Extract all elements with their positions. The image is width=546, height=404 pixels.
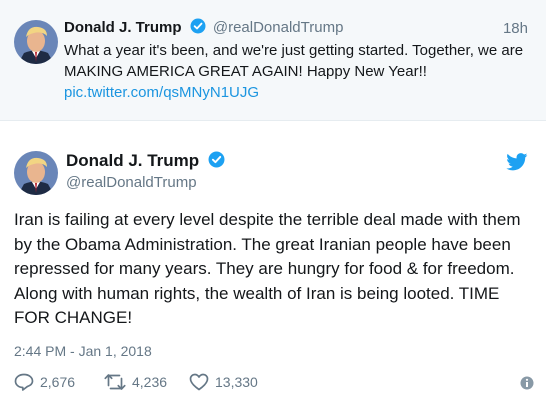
author-handle[interactable]: @realDonaldTrump bbox=[213, 19, 344, 36]
retweet-button[interactable]: 4,236 bbox=[104, 373, 167, 391]
like-button[interactable]: 13,330 bbox=[189, 373, 258, 391]
embedded-tweet: Donald J. Trump @realDonaldTrump Iran is… bbox=[0, 121, 546, 404]
reply-icon bbox=[14, 373, 34, 391]
author-handle[interactable]: @realDonaldTrump bbox=[66, 174, 197, 191]
reply-button[interactable]: 2,676 bbox=[14, 373, 75, 391]
twitter-bird-icon[interactable] bbox=[506, 153, 528, 176]
like-count: 13,330 bbox=[215, 374, 258, 390]
retweet-count: 4,236 bbox=[132, 374, 168, 390]
tweet-timestamp[interactable]: 2:44 PM - Jan 1, 2018 bbox=[14, 343, 152, 359]
avatar[interactable] bbox=[14, 151, 58, 195]
author-name[interactable]: Donald J. Trump bbox=[64, 19, 182, 36]
tweet-text: Iran is failing at every level despite t… bbox=[14, 210, 521, 327]
previous-tweet[interactable]: Donald J. Trump @realDonaldTrump 18h Wha… bbox=[0, 0, 546, 121]
verified-badge-icon bbox=[190, 18, 206, 38]
tweet-time[interactable]: 18h bbox=[503, 20, 528, 37]
media-link[interactable]: pic.twitter.com/qsMNyN1UJG bbox=[64, 84, 259, 101]
author-name[interactable]: Donald J. Trump bbox=[66, 151, 199, 170]
tweet-body: What a year it's been, and we're just ge… bbox=[64, 42, 524, 80]
avatar[interactable] bbox=[14, 20, 58, 64]
retweet-icon bbox=[104, 373, 126, 391]
tweet-actions: 2,676 4,236 13,330 bbox=[14, 373, 534, 393]
tweet-text: What a year it's been, and we're just ge… bbox=[64, 40, 534, 103]
info-icon[interactable] bbox=[520, 376, 534, 395]
verified-badge-icon bbox=[208, 151, 225, 173]
reply-count: 2,676 bbox=[40, 374, 76, 390]
heart-icon bbox=[189, 373, 209, 391]
